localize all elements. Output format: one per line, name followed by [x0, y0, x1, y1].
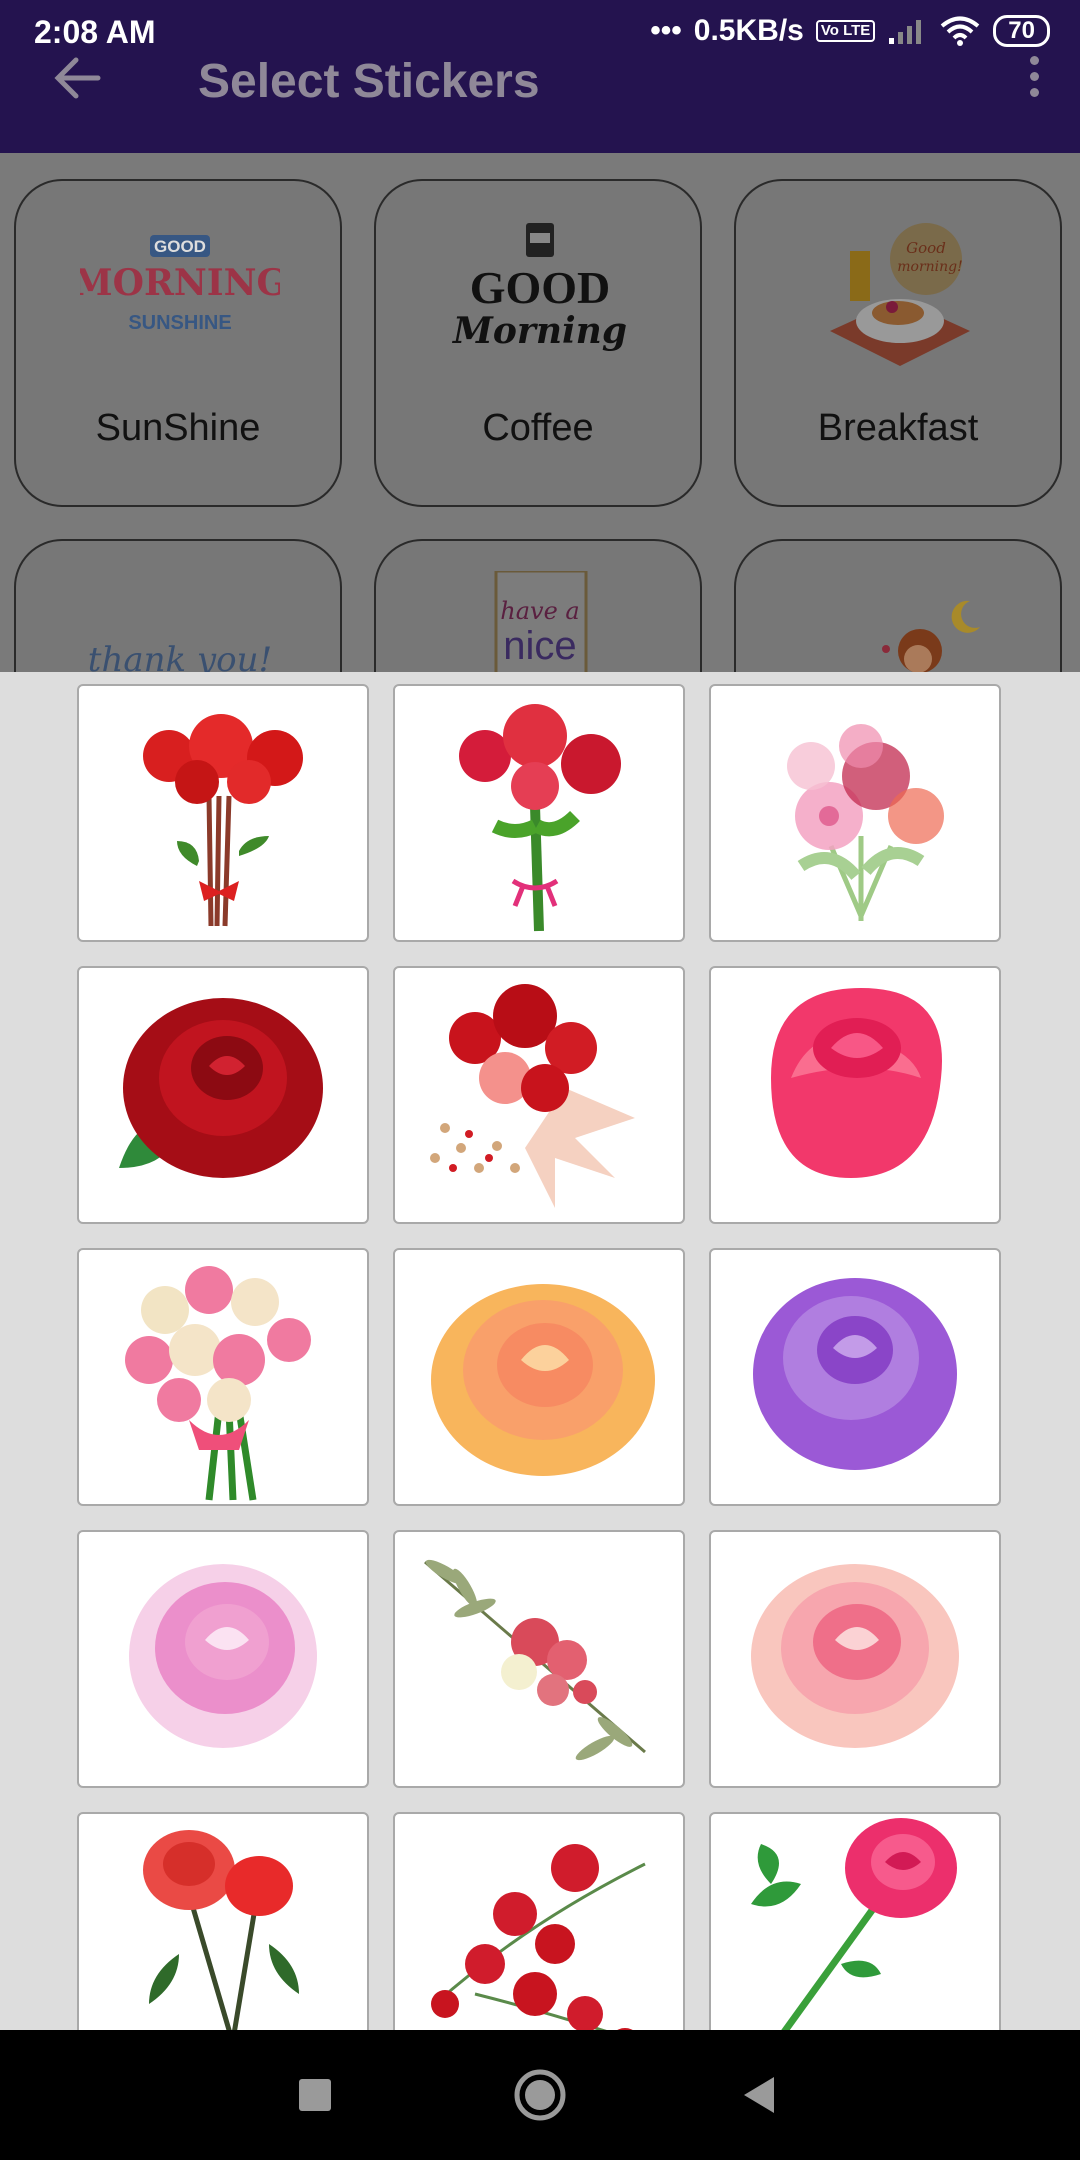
breakfast-art-icon: Good morning! [830, 223, 970, 366]
status-time: 2:08 AM [34, 14, 156, 50]
page-title: Select Stickers [198, 55, 540, 108]
svg-text:nice: nice [503, 624, 576, 668]
svg-text:morning!: morning! [897, 259, 963, 275]
signal-icon [889, 20, 922, 44]
sticker-tile[interactable] [709, 1248, 1001, 1506]
roses-bouquet-pink-bow-icon [459, 704, 621, 932]
svg-text:SUNSHINE: SUNSHINE [128, 312, 231, 334]
light-pink-rose-icon [129, 1564, 317, 1748]
svg-text:Morning: Morning [451, 310, 627, 352]
sticker-tile[interactable] [77, 684, 369, 942]
sticker-tile[interactable] [393, 684, 685, 942]
arrow-left-icon[interactable] [52, 52, 104, 104]
red-roses-bouquet-icon [143, 714, 303, 927]
sticker-tile[interactable] [77, 1248, 369, 1506]
volte-icon: Vo LTE [815, 20, 876, 42]
two-red-roses-icon [143, 1830, 299, 2030]
sticker-tile[interactable] [77, 1530, 369, 1788]
category-card[interactable]: thank you! [14, 539, 342, 673]
sticker-tile[interactable] [709, 1530, 1001, 1788]
category-card-coffee[interactable]: GOOD Morning Coffee [374, 179, 702, 507]
category-grid: GOOD MORNING SUNSHINE SunShine GOOD Morn… [0, 153, 1080, 673]
navigation-bar [0, 2030, 1080, 2160]
red-peach-bouquet-icon [430, 984, 635, 1208]
night-art-icon [882, 600, 980, 673]
pink-cream-bouquet-icon [125, 1266, 311, 1501]
svg-text:MORNING: MORNING [80, 262, 280, 304]
purple-rose-icon [753, 1278, 957, 1470]
watercolor-bouquet-icon [787, 724, 944, 921]
sticker-tile[interactable] [709, 684, 1001, 942]
battery-icon: 70 [993, 15, 1050, 47]
category-label: Breakfast [817, 407, 979, 449]
svg-text:thank you!: thank you! [88, 640, 272, 673]
sticker-sheet [0, 672, 1080, 2030]
category-card-breakfast[interactable]: Good morning! Breakfast [734, 179, 1062, 507]
sticker-tile[interactable] [709, 1812, 1001, 2030]
svg-text:Good: Good [906, 239, 946, 257]
sticker-tile[interactable] [393, 966, 685, 1224]
circle-icon[interactable] [510, 2065, 570, 2125]
status-icons: ••• 0.5KB/s Vo LTE 70 [650, 14, 1050, 48]
pink-rose-bud-icon [771, 988, 942, 1178]
dots-icon: ••• [650, 14, 682, 47]
sticker-tile[interactable] [77, 1812, 369, 2030]
category-card[interactable]: have a nice [374, 539, 702, 673]
thank-you-art-icon: thank you! [88, 640, 272, 673]
red-roses-spray-icon [431, 1844, 646, 2030]
category-card[interactable] [734, 539, 1062, 673]
status-bar: 2:08 AM ••• 0.5KB/s Vo LTE 70 [0, 0, 1080, 66]
roses-olive-branch-icon [424, 1559, 646, 1761]
svg-text:GOOD: GOOD [470, 262, 611, 313]
sticker-tile[interactable] [393, 1812, 685, 2030]
dark-red-rose-icon [119, 998, 323, 1178]
sticker-tile[interactable] [77, 966, 369, 1224]
more-vert-icon[interactable] [1024, 56, 1044, 104]
triangle-back-icon[interactable] [730, 2065, 790, 2125]
square-icon[interactable] [285, 2065, 345, 2125]
sticker-tile[interactable] [709, 966, 1001, 1224]
sticker-tile[interactable] [393, 1530, 685, 1788]
coffee-art-icon: GOOD Morning [451, 223, 627, 352]
pink-rose-long-stem-icon [751, 1818, 957, 2030]
sticker-tile[interactable] [393, 1248, 685, 1506]
network-speed: 0.5KB/s [693, 14, 804, 47]
category-label: SunShine [95, 407, 261, 449]
nice-day-art-icon: have a nice [494, 571, 588, 673]
wifi-icon [941, 16, 980, 46]
category-card-sunshine[interactable]: GOOD MORNING SUNSHINE SunShine [14, 179, 342, 507]
svg-text:have a: have a [500, 597, 579, 625]
svg-text:GOOD: GOOD [154, 237, 206, 256]
category-label: Coffee [482, 407, 594, 449]
sunshine-art-icon: GOOD MORNING SUNSHINE [80, 235, 280, 334]
peach-rose-icon [431, 1284, 655, 1476]
soft-pink-rose-icon [751, 1564, 959, 1748]
app-bar: 2:08 AM ••• 0.5KB/s Vo LTE 70 Select Sti… [0, 0, 1080, 153]
